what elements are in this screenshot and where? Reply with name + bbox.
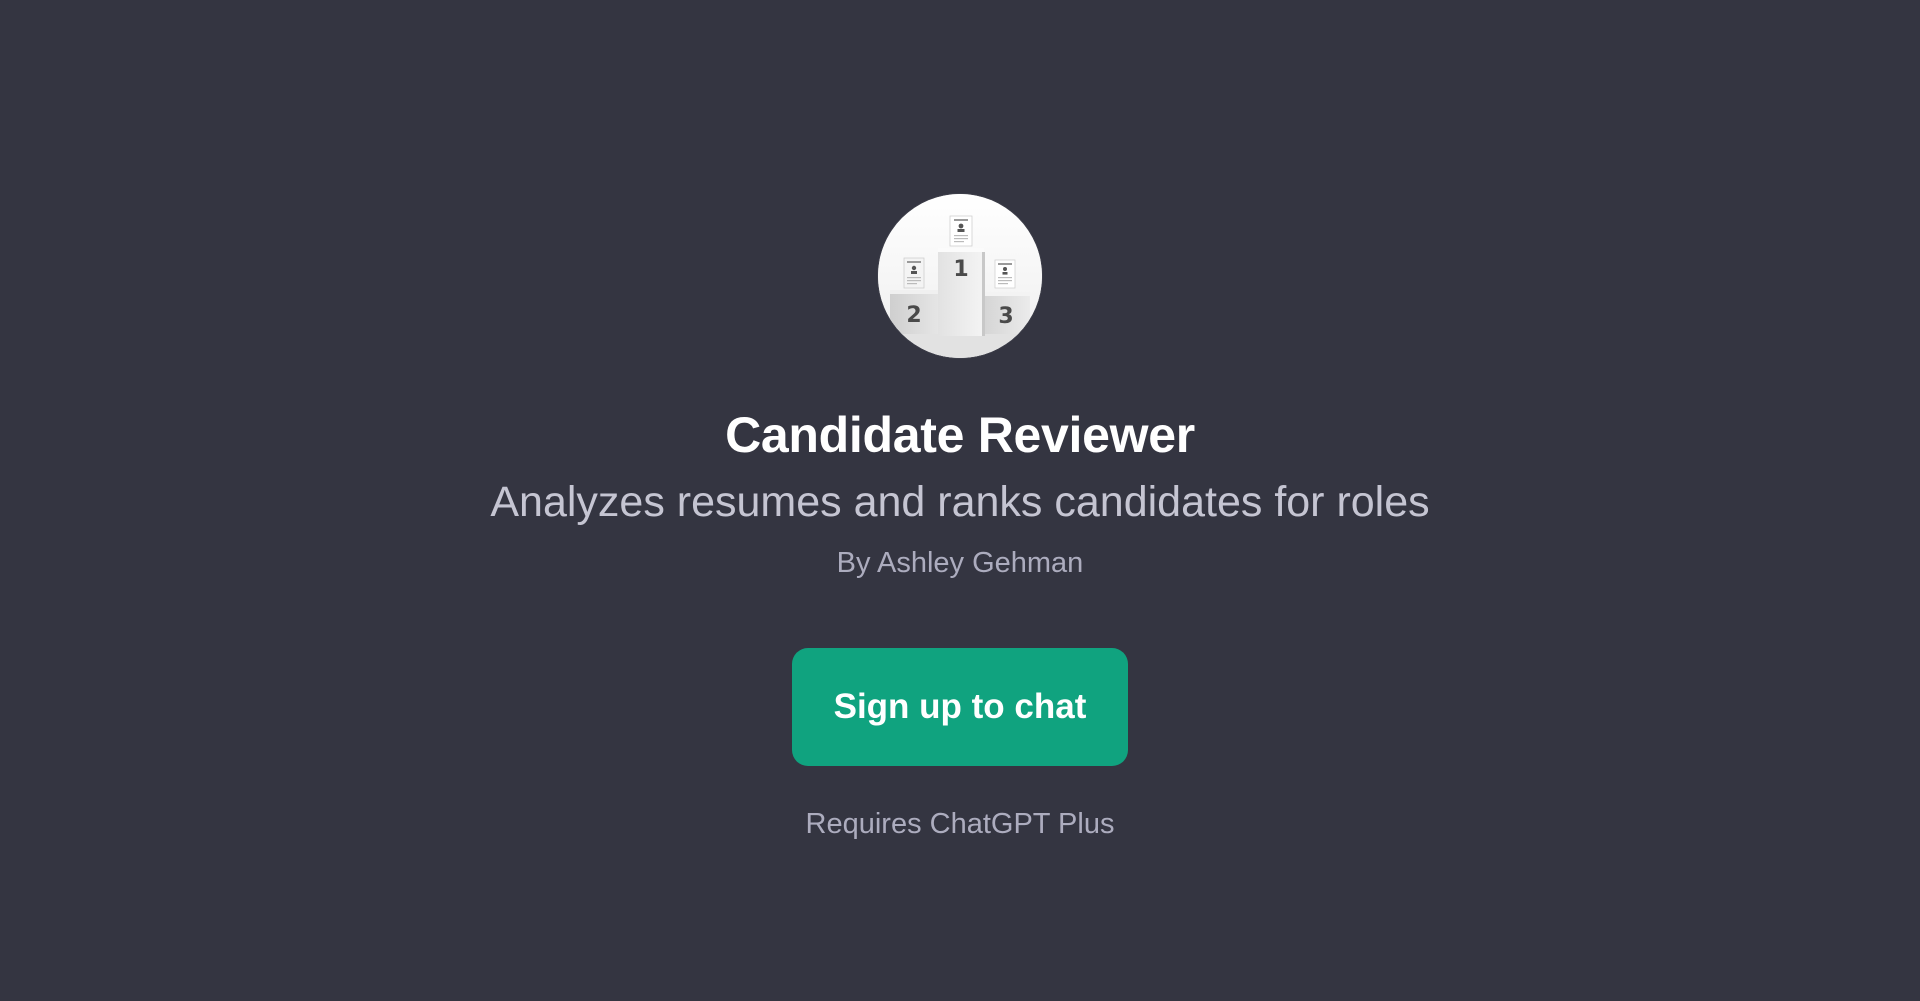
resume-paper-left <box>903 257 925 289</box>
gpt-title: Candidate Reviewer <box>725 407 1195 463</box>
podium-resumes-icon: 2 1 3 <box>878 194 1042 358</box>
resume-paper-center <box>949 215 973 247</box>
signup-button[interactable]: Sign up to chat <box>792 648 1128 767</box>
podium-label-3: 3 <box>998 304 1013 329</box>
plan-requirement-note: Requires ChatGPT Plus <box>805 808 1115 841</box>
gpt-landing-page: 2 1 3 Candidate Reviewer Analyzes resume… <box>0 0 1920 1001</box>
gpt-description: Analyzes resumes and ranks candidates fo… <box>490 478 1430 526</box>
resume-paper-right <box>994 259 1016 289</box>
podium-label-1: 1 <box>953 257 968 282</box>
podium-illustration: 2 1 3 <box>878 194 1042 358</box>
podium-label-2: 2 <box>906 303 921 328</box>
gpt-author: By Ashley Gehman <box>836 547 1084 580</box>
